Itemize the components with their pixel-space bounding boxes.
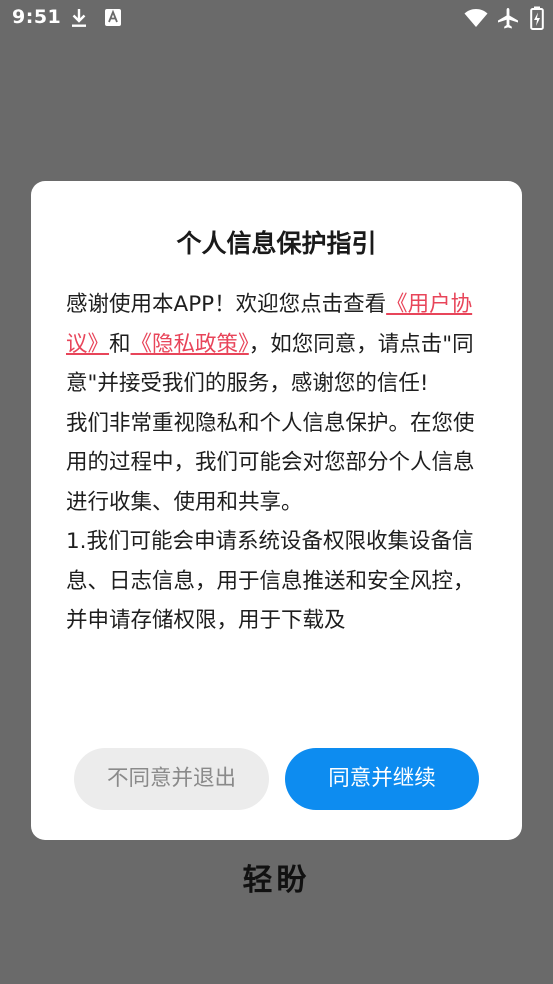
airplane-icon	[497, 7, 519, 33]
app-name: 轻盼	[242, 863, 311, 898]
paragraph-2: 我们非常重视隐私和个人信息保护。在您使用的过程中，我们可能会对您部分个人信息进行…	[66, 410, 475, 515]
wifi-icon	[464, 8, 488, 32]
dialog-title: 个人信息保护指引	[176, 229, 377, 258]
disagree-exit-button[interactable]: 不同意并退出	[74, 748, 269, 810]
paragraph-3: 1.我们可能会申请系统设备权限收集设备信息、日志信息，用于信息推送和安全风控，并…	[66, 529, 475, 633]
battery-charging-icon	[530, 6, 544, 34]
status-time: 9:51	[12, 6, 62, 28]
privacy-dialog: 个人信息保护指引 感谢使用本APP！欢迎您点击查看《用户协议》和《隐私政策》，如…	[31, 181, 522, 840]
dialog-body[interactable]: 感谢使用本APP！欢迎您点击查看《用户协议》和《隐私政策》，如您同意，请点击"同…	[66, 285, 487, 675]
and-text: 和	[109, 331, 131, 357]
privacy-policy-link[interactable]: 《隐私政策》	[131, 332, 249, 357]
status-bar: 9:51	[0, 0, 553, 38]
a-icon	[104, 8, 122, 32]
intro-prefix: 感谢使用本APP！欢迎您点击查看	[66, 292, 387, 317]
download-icon	[70, 8, 88, 32]
agree-continue-button[interactable]: 同意并继续	[285, 748, 479, 810]
intro-paragraph: 感谢使用本APP！欢迎您点击查看《用户协议》和《隐私政策》，如您同意，请点击"同…	[66, 285, 487, 404]
